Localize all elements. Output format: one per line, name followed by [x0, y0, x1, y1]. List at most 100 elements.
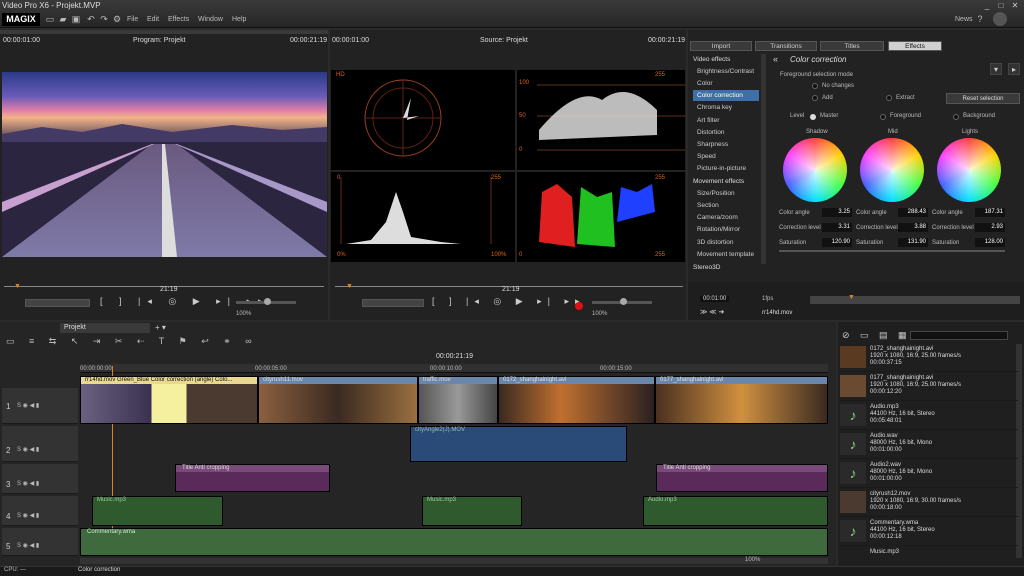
lights-color-wheel[interactable] [937, 138, 1001, 202]
media-toolbar[interactable]: ⊘ ▭ ▤ ▦ [842, 330, 911, 341]
foreground-radio[interactable] [880, 114, 886, 120]
fx-section[interactable]: Section [693, 200, 759, 211]
clip-music-2[interactable]: Music.mp3 [422, 496, 522, 526]
clip-traffic[interactable]: traffic.mov [418, 376, 498, 424]
media-item[interactable]: 0177_shanghainight.avi 1920 x 1080, 16:9,… [840, 373, 1018, 401]
program-volume-knob[interactable] [264, 298, 271, 305]
no-changes-radio[interactable] [812, 83, 818, 89]
fx-picture-in-picture[interactable]: Picture-in-picture [693, 163, 759, 174]
program-zoom[interactable]: 100% [236, 311, 251, 317]
media-item[interactable]: ♪ Commentary.wma 44100 Hz, 16 bit, Stereo 0… [840, 518, 1018, 546]
source-playhead-marker[interactable]: ▼ [346, 283, 353, 290]
clip-cityrush11[interactable]: cityrush11.mov [258, 376, 418, 424]
stereo3d-header[interactable]: Stereo3D [693, 262, 759, 273]
saturation-slider-track[interactable] [779, 250, 1005, 252]
video-effects-header[interactable]: Video effects [693, 54, 759, 65]
track-controls[interactable]: S ◉ ◀ ▮ [17, 446, 39, 453]
media-item[interactable]: ♪ Audio.mp3 44100 Hz, 16 bit, Stereo 00:05:… [840, 402, 1018, 430]
fx-speed[interactable]: Speed [693, 151, 759, 162]
open-folder-icon[interactable]: ▰ [58, 14, 68, 24]
fx-camera-zoom[interactable]: Camera/zoom [693, 212, 759, 223]
lights-sat-value[interactable]: 128.00 [975, 238, 1005, 247]
extract-radio[interactable] [886, 95, 892, 101]
mini-playhead[interactable]: ▼ [848, 294, 855, 301]
clip-0172-shanghainight[interactable]: 0172_shanghainight.avi [498, 376, 655, 424]
clip-0177-shanghainight[interactable]: 0177_shanghainight.avi [655, 376, 828, 424]
media-item[interactable]: cityrush12.mov 1920 x 1080, 16:9, 30.00 f… [840, 489, 1018, 517]
menu-file[interactable]: File [127, 16, 138, 23]
settings-icon[interactable]: ⚙ [112, 14, 122, 24]
timeline-toolbar[interactable]: ▭ ≡ ⇆ ↖ ⇥ ✂ ⇠ T ⚑ ↩ ⚭ ∞ [6, 336, 258, 347]
redo-icon[interactable]: ↷ [99, 14, 109, 24]
media-item[interactable]: Music.mp3 [840, 547, 1018, 559]
track-controls[interactable]: S ◉ ◀ ▮ [17, 480, 39, 487]
mini-scrubber[interactable] [810, 296, 1020, 304]
shadow-corr-value[interactable]: 3.31 [822, 223, 852, 232]
maximize-icon[interactable]: □ [996, 1, 1006, 10]
source-jog-shuttle[interactable] [362, 299, 424, 307]
clip-title-2[interactable]: Title Anti cropping [656, 464, 828, 492]
fx-movement-template[interactable]: Movement template [693, 249, 759, 260]
help-icon[interactable]: ? [975, 14, 985, 24]
lights-corr-value[interactable]: 2.93 [975, 223, 1005, 232]
fx-brightness-contrast[interactable]: Brightness/Contrast [693, 66, 759, 77]
cc-next-icon[interactable]: ▸ [1008, 63, 1020, 75]
tab-effects[interactable]: Effects [888, 41, 942, 51]
menu-help[interactable]: Help [232, 16, 246, 23]
shadow-angle-value[interactable]: 3.25 [822, 208, 852, 217]
fx-size-position[interactable]: Size/Position [693, 188, 759, 199]
effects-list-scrollbar[interactable] [761, 54, 766, 264]
track-controls[interactable]: S ◉ ◀ ▮ [17, 512, 39, 519]
magix-logo[interactable]: MAGIX [2, 13, 40, 26]
clip-music-1[interactable]: Music.mp3 [92, 496, 223, 526]
fx-color[interactable]: Color [693, 78, 759, 89]
track-controls[interactable]: S ◉ ◀ ▮ [17, 402, 39, 409]
menu-effects[interactable]: Effects [168, 16, 189, 23]
add-tab-icon[interactable]: + ▾ [155, 323, 166, 332]
shadow-color-wheel[interactable] [783, 138, 847, 202]
timeline-zoom[interactable]: 100% [745, 557, 760, 563]
tab-titles[interactable]: Titles [820, 41, 884, 51]
program-preview[interactable] [2, 72, 327, 257]
mid-angle-value[interactable]: 288.43 [898, 208, 928, 217]
media-item[interactable]: 0172_shanghainight.avi 1920 x 1080, 16:9,… [840, 344, 1018, 372]
collapse-icon[interactable]: « [773, 54, 778, 64]
clip-cityangle2[interactable]: cityAngle2(J).MOV [410, 426, 627, 462]
timeline-scrollbar[interactable] [80, 558, 828, 564]
track-controls[interactable]: S ◉ ◀ ▮ [17, 542, 39, 549]
master-radio[interactable] [810, 114, 816, 120]
new-file-icon[interactable]: ▭ [45, 14, 55, 24]
source-zoom[interactable]: 100% [592, 311, 607, 317]
background-radio[interactable] [953, 114, 959, 120]
fx-art-filter[interactable]: Art filter [693, 115, 759, 126]
fx-3d-distortion[interactable]: 3D distortion [693, 237, 759, 248]
lights-angle-value[interactable]: 187.31 [975, 208, 1005, 217]
source-volume-knob[interactable] [620, 298, 627, 305]
source-transport-controls[interactable]: [ ] |◂ ◎ ▶ ▸| ▸▸ [432, 296, 586, 307]
movement-effects-header[interactable]: Movement effects [693, 176, 759, 187]
reel-icon[interactable] [993, 12, 1007, 26]
fx-distortion[interactable]: Distortion [693, 127, 759, 138]
fx-color-correction[interactable]: Color correction [693, 90, 759, 101]
menu-window[interactable]: Window [198, 16, 223, 23]
timeline-tab[interactable]: Projekt [60, 323, 150, 333]
clip-commentary[interactable]: Commentary.wma [80, 528, 828, 556]
record-button[interactable] [575, 302, 583, 310]
media-item[interactable]: ♪ Audio2.wav 48000 Hz, 16 bit, Mono 00:01:0… [840, 460, 1018, 488]
mid-corr-value[interactable]: 3.88 [898, 223, 928, 232]
mini-nav-icon[interactable]: ≫ ≪ ➜ [700, 308, 724, 316]
fx-chroma-key[interactable]: Chroma key [693, 102, 759, 113]
close-icon[interactable]: ✕ [1010, 1, 1020, 10]
media-item[interactable]: ♪ Audio.wav 48000 Hz, 16 bit, Mono 00:01:00… [840, 431, 1018, 459]
program-jog-shuttle[interactable] [25, 299, 90, 307]
save-icon[interactable]: ▣ [71, 14, 81, 24]
mid-sat-value[interactable]: 131.90 [898, 238, 928, 247]
clip-title-1[interactable]: Title Anti cropping [175, 464, 330, 492]
tab-transitions[interactable]: Transitions [755, 41, 817, 51]
fx-rotation-mirror[interactable]: Rotation/Mirror [693, 224, 759, 235]
menu-edit[interactable]: Edit [147, 16, 159, 23]
reset-selection-button[interactable]: Reset selection [946, 93, 1020, 104]
shadow-sat-value[interactable]: 120.90 [822, 238, 852, 247]
tab-import[interactable]: Import [690, 41, 752, 51]
news-link[interactable]: News [955, 16, 973, 23]
